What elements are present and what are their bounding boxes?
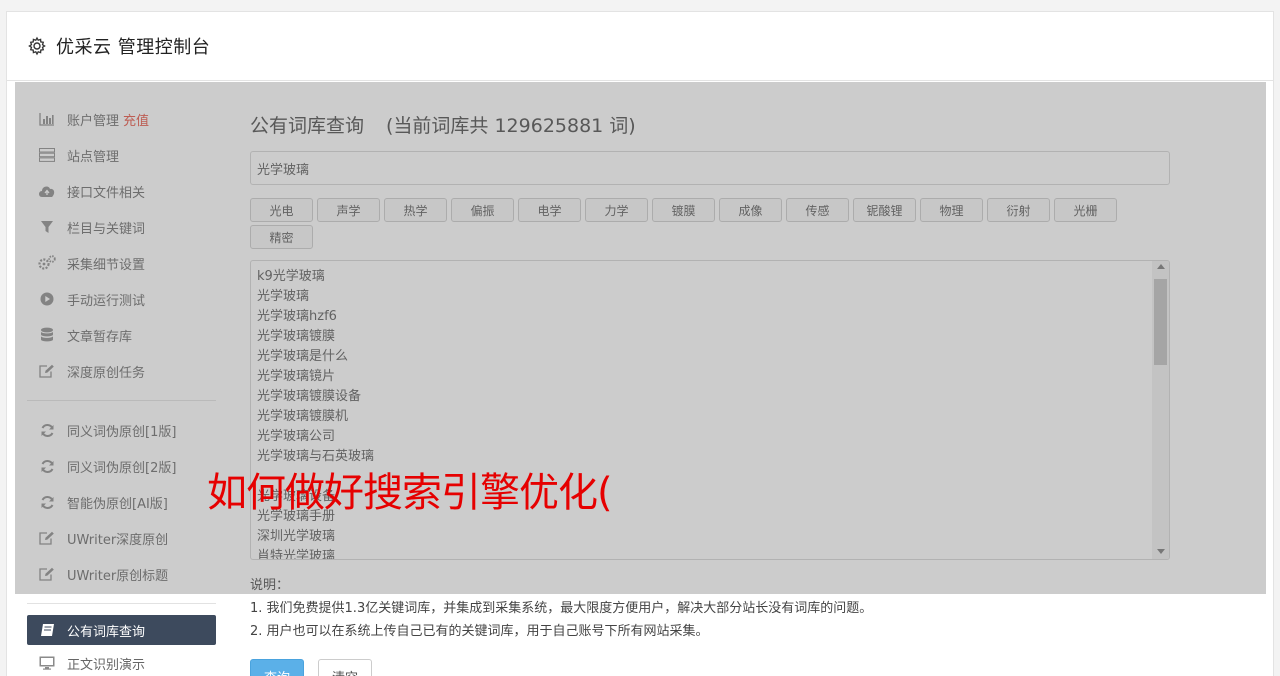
book-icon — [38, 621, 56, 639]
note-item: 1. 我们免费提供1.3亿关键词库，并集成到采集系统，最大限度方便用户，解决大部… — [250, 601, 873, 616]
clear-button[interactable]: 清空 — [318, 659, 373, 676]
overlay-caption: 如何做好搜索引擎优化( — [207, 470, 613, 516]
gear-icon — [28, 36, 46, 56]
note-item: 2. 用户也可以在系统上传自己已有的关键词库，用于自己账号下所有网站采集。 — [250, 624, 709, 639]
action-buttons: 查询 清空 — [250, 659, 1170, 676]
query-button[interactable]: 查询 — [250, 659, 305, 676]
dim-overlay — [15, 82, 1266, 594]
sidebar-item-text-recognition[interactable]: 正文识别演示 — [27, 645, 216, 676]
sidebar-divider — [27, 603, 216, 604]
sidebar-item-label: 正文识别演示 — [67, 657, 146, 673]
desktop-icon — [38, 654, 56, 672]
page-header-title: 优采云 管理控制台 — [56, 37, 211, 58]
sidebar-item-public-lexicon[interactable]: 公有词库查询 — [27, 615, 216, 645]
page-header: 优采云 管理控制台 — [6, 11, 1274, 81]
sidebar-item-label: 公有词库查询 — [67, 624, 146, 640]
